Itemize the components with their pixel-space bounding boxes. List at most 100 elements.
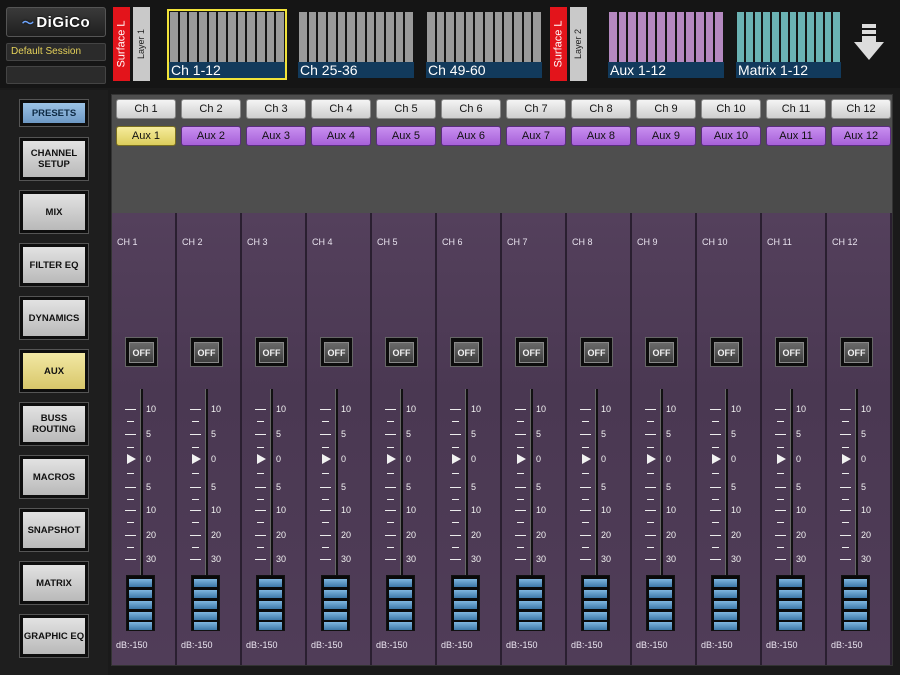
channel-button-9[interactable]: Ch 9: [636, 99, 696, 119]
aux-send-off-button[interactable]: OFF: [125, 337, 158, 367]
channel-button-4[interactable]: Ch 4: [311, 99, 371, 119]
scale-minor-tick: [777, 473, 784, 474]
aux-button-8[interactable]: Aux 8: [571, 126, 631, 146]
channel-button-2[interactable]: Ch 2: [181, 99, 241, 119]
scale-label: 5: [796, 429, 802, 439]
aux-button-6[interactable]: Aux 6: [441, 126, 501, 146]
scale-tick: [580, 559, 591, 560]
aux-send-off-button[interactable]: OFF: [710, 337, 743, 367]
bank-fader-bar: [676, 12, 685, 64]
scale-tick: [255, 409, 266, 410]
aux-send-off-button[interactable]: OFF: [515, 337, 548, 367]
bank-fader-bar: [366, 12, 375, 64]
bank-1[interactable]: Ch 1-12: [167, 9, 287, 80]
aux-send-off-button[interactable]: OFF: [645, 337, 678, 367]
menu-snapshot-button[interactable]: SNAPSHOT: [19, 508, 89, 552]
menu-filter-eq-button[interactable]: FILTER EQ: [19, 243, 89, 287]
strip-channel-name: CH 11: [767, 237, 792, 247]
channel-button-3[interactable]: Ch 3: [246, 99, 306, 119]
scale-label: 0: [406, 454, 412, 464]
scale-minor-tick: [127, 547, 134, 548]
scale-label: 10: [406, 505, 417, 515]
fader-cap[interactable]: [841, 575, 870, 631]
bank-fader-bar: [833, 12, 840, 64]
fader-cap[interactable]: [581, 575, 610, 631]
aux-send-off-button[interactable]: OFF: [450, 337, 483, 367]
aux-send-off-button[interactable]: OFF: [580, 337, 613, 367]
scale-tick: [385, 409, 396, 410]
session-name[interactable]: Default Session: [6, 43, 106, 61]
channel-button-6[interactable]: Ch 6: [441, 99, 501, 119]
menu-dynamics-button[interactable]: DYNAMICS: [19, 296, 89, 340]
bank-4[interactable]: Aux 1-12: [606, 9, 726, 80]
fader-cap-ridge: [844, 601, 867, 609]
bank-2[interactable]: Ch 25-36: [296, 9, 416, 80]
channel-button-8[interactable]: Ch 8: [571, 99, 631, 119]
aux-button-12[interactable]: Aux 12: [831, 126, 891, 146]
channel-button-1[interactable]: Ch 1: [116, 99, 176, 119]
bank-fader-bar: [318, 12, 327, 64]
scale-label: 30: [341, 554, 352, 564]
channel-button-5[interactable]: Ch 5: [376, 99, 436, 119]
menu-matrix-button[interactable]: MATRIX: [19, 561, 89, 605]
scale-minor-tick: [322, 473, 329, 474]
menu-aux-button[interactable]: AUX: [19, 349, 89, 393]
fader-cap[interactable]: [126, 575, 155, 631]
channel-button-12[interactable]: Ch 12: [831, 99, 891, 119]
scale-minor-tick: [777, 499, 784, 500]
menu-mix-button[interactable]: MIX: [19, 190, 89, 234]
fader-cap[interactable]: [776, 575, 805, 631]
aux-send-off-button[interactable]: OFF: [190, 337, 223, 367]
menu-channel-setup-button[interactable]: CHANNEL SETUP: [19, 137, 89, 181]
fader-cap[interactable]: [386, 575, 415, 631]
scale-minor-tick: [712, 547, 719, 548]
fader-cap[interactable]: [646, 575, 675, 631]
arrow-down-icon[interactable]: [853, 22, 885, 62]
menu-buss-routing-button[interactable]: BUSS ROUTING: [19, 402, 89, 446]
aux-send-off-button[interactable]: OFF: [255, 337, 288, 367]
scale-minor-tick: [582, 421, 589, 422]
fader-cap[interactable]: [516, 575, 545, 631]
aux-button-3[interactable]: Aux 3: [246, 126, 306, 146]
scale-label: 10: [536, 404, 547, 414]
fader-cap[interactable]: [451, 575, 480, 631]
aux-button-4[interactable]: Aux 4: [311, 126, 371, 146]
channel-button-10[interactable]: Ch 10: [701, 99, 761, 119]
fader-cap[interactable]: [191, 575, 220, 631]
aux-send-off-button[interactable]: OFF: [385, 337, 418, 367]
bank-fader-preview: [427, 12, 542, 64]
aux-send-off-button[interactable]: OFF: [775, 337, 808, 367]
menu-presets-button[interactable]: PRESETS: [19, 99, 89, 127]
bank-fader-bar: [405, 12, 414, 64]
aux-button-5[interactable]: Aux 5: [376, 126, 436, 146]
bank-fader-bar: [218, 12, 227, 64]
bank-fader-bar: [705, 12, 714, 64]
scale-label: 10: [471, 505, 482, 515]
bank-fader-bar: [485, 12, 493, 64]
logo-text: DiGiCo: [36, 13, 91, 31]
scale-tick: [775, 434, 786, 435]
menu-graphic-eq-button[interactable]: GRAPHIC EQ: [19, 614, 89, 658]
bank-5[interactable]: Matrix 1-12: [734, 9, 843, 80]
menu-macros-button[interactable]: MACROS: [19, 455, 89, 499]
aux-button-7[interactable]: Aux 7: [506, 126, 566, 146]
channel-button-7[interactable]: Ch 7: [506, 99, 566, 119]
aux-send-off-button[interactable]: OFF: [840, 337, 873, 367]
logo-mark-icon: 〜: [21, 15, 35, 30]
bank-3[interactable]: Ch 49-60: [424, 9, 544, 80]
aux-button-10[interactable]: Aux 10: [701, 126, 761, 146]
fader-cap[interactable]: [711, 575, 740, 631]
scale-label: 0: [666, 454, 672, 464]
aux-button-9[interactable]: Aux 9: [636, 126, 696, 146]
scale-label: 0: [341, 454, 347, 464]
fader-cap[interactable]: [256, 575, 285, 631]
aux-button-11[interactable]: Aux 11: [766, 126, 826, 146]
fader-cap[interactable]: [321, 575, 350, 631]
fader-cap-ridge: [714, 612, 737, 620]
aux-button-2[interactable]: Aux 2: [181, 126, 241, 146]
scale-tick: [710, 559, 721, 560]
aux-button-1[interactable]: Aux 1: [116, 126, 176, 146]
fader-cap-ridge: [714, 622, 737, 630]
channel-button-11[interactable]: Ch 11: [766, 99, 826, 119]
aux-send-off-button[interactable]: OFF: [320, 337, 353, 367]
